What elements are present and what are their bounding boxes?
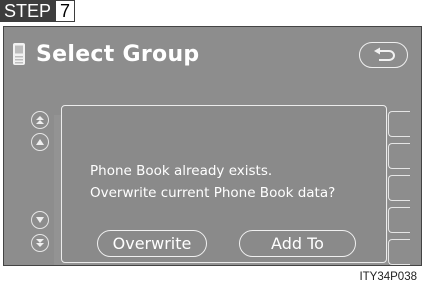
group-list-item[interactable]: [388, 239, 410, 265]
scroll-up-button[interactable]: [31, 133, 49, 151]
up-arrow-icon: [36, 139, 44, 145]
scroll-top-button[interactable]: [31, 111, 49, 129]
step-label: STEP: [0, 0, 56, 22]
scroll-bottom-button[interactable]: [31, 234, 49, 252]
back-button[interactable]: [359, 42, 408, 68]
double-down-arrow-icon: [36, 239, 44, 247]
dialog-message-line: Phone Book already exists.: [90, 163, 273, 179]
dialog-message: Phone Book already exists. Overwrite cur…: [90, 160, 335, 204]
back-arrow-icon: [373, 47, 395, 61]
page-title: Select Group: [36, 41, 200, 67]
mobile-phone-icon: [13, 43, 25, 65]
dialog-message-line: Overwrite current Phone Book data?: [90, 185, 336, 201]
step-indicator: STEP 7: [0, 0, 76, 22]
confirmation-dialog: Phone Book already exists. Overwrite cur…: [61, 105, 387, 263]
group-list-item[interactable]: [388, 207, 410, 233]
navigation-screen: Select Group Phone Book already exists. …: [3, 26, 422, 266]
title-bar: Select Group: [12, 39, 199, 69]
group-list-item[interactable]: [388, 175, 410, 201]
group-list-item[interactable]: [388, 143, 410, 169]
group-list-item[interactable]: [388, 111, 410, 137]
down-arrow-icon: [36, 217, 44, 223]
image-code: ITY34P038: [359, 271, 417, 283]
step-number: 7: [55, 0, 76, 22]
add-to-button[interactable]: Add To: [239, 230, 356, 257]
overwrite-button[interactable]: Overwrite: [97, 230, 207, 257]
scroll-down-button[interactable]: [31, 211, 49, 229]
double-up-arrow-icon: [36, 116, 44, 124]
